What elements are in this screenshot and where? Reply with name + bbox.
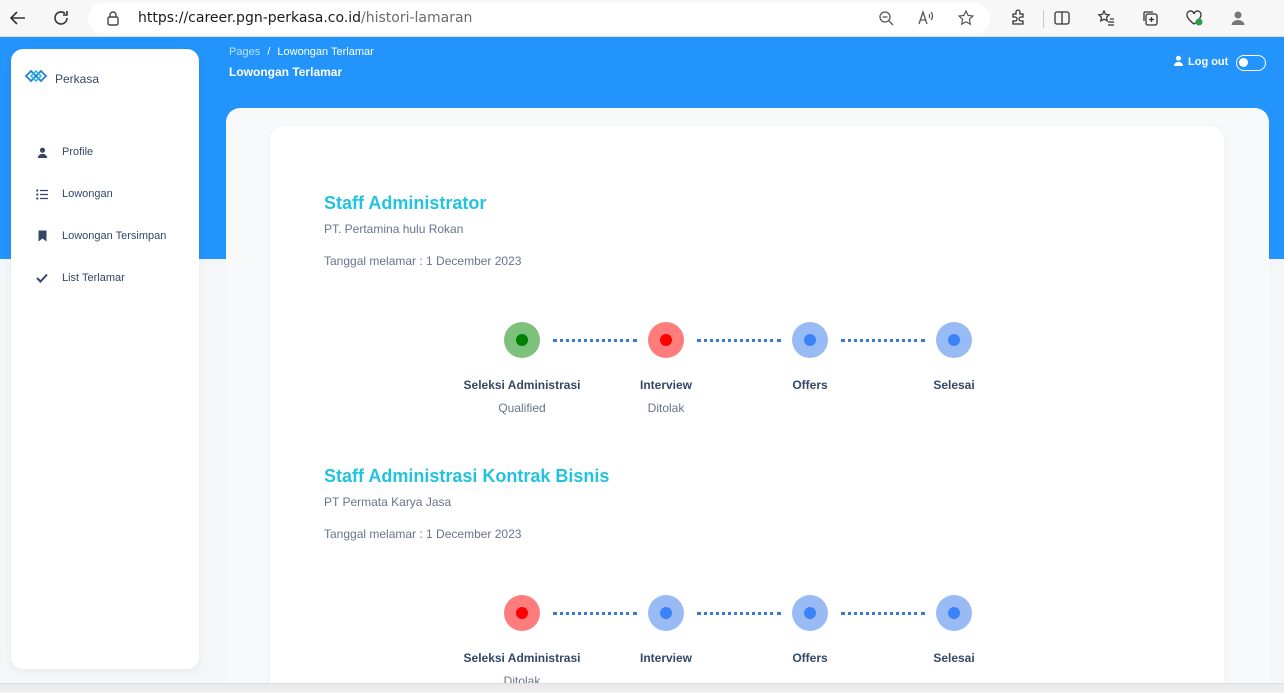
step-label: Selesai: [933, 378, 975, 392]
step-rejected-dot: [648, 322, 684, 358]
apply-date: Tanggal melamar : 1 December 2023: [324, 527, 522, 541]
theme-toggle[interactable]: [1236, 55, 1266, 71]
company-name: PT Permata Karya Jasa: [324, 495, 452, 509]
step-rejected-dot: [504, 595, 540, 631]
status-timeline: Seleksi Administrasi Ditolak Interview O…: [440, 595, 1060, 693]
read-aloud-icon[interactable]: [916, 8, 936, 28]
bookmark-icon: [35, 229, 49, 243]
step-label: Interview: [639, 378, 693, 392]
sidebar-menu: Profile Lowongan Lowongan Tersimpan List…: [35, 131, 166, 299]
step-status: Ditolak: [647, 401, 685, 415]
step-status: Qualified: [498, 401, 546, 415]
step-label: Seleksi Administrasi: [463, 378, 581, 392]
extensions-icon[interactable]: [1008, 8, 1028, 28]
status-timeline: Seleksi Administrasi Qualified Interview…: [440, 322, 1060, 432]
timeline-step: Offers: [728, 322, 892, 392]
step-pending-dot: [936, 322, 972, 358]
lock-icon: [106, 10, 122, 26]
window-bottom-edge: [0, 683, 1284, 693]
check-icon: [35, 271, 49, 285]
sidebar-item-list-terlamar[interactable]: List Terlamar: [35, 257, 166, 299]
timeline-step: Selesai: [872, 595, 1036, 665]
favorites-list-icon[interactable]: [1096, 8, 1116, 28]
step-label: Offers: [792, 378, 828, 392]
company-name: PT. Pertamina hulu Rokan: [324, 222, 464, 236]
sidebar-item-label: List Terlamar: [62, 272, 125, 284]
breadcrumb: Pages / Lowongan Terlamar: [229, 46, 374, 58]
logout-label: Log out: [1188, 56, 1229, 68]
brand-logo[interactable]: Perkasa: [24, 68, 99, 89]
step-pending-dot: [792, 595, 828, 631]
refresh-icon[interactable]: [49, 6, 73, 30]
sidebar-item-lowongan-tersimpan[interactable]: Lowongan Tersimpan: [35, 215, 166, 257]
brand-name: Perkasa: [55, 71, 100, 86]
toolbar-separator: [1043, 10, 1044, 28]
list-icon: [35, 187, 49, 201]
favorite-star-icon[interactable]: [956, 8, 976, 28]
sidebar-item-profile[interactable]: Profile: [35, 131, 166, 173]
profile-icon[interactable]: [1228, 8, 1248, 28]
page-title: Lowongan Terlamar: [229, 65, 343, 79]
sidebar-item-label: Profile: [62, 146, 94, 158]
browser-toolbar: https://career.pgn-perkasa.co.id/histori…: [0, 0, 1284, 37]
perkasa-logo-icon: [24, 68, 48, 89]
job-title[interactable]: Staff Administrasi Kontrak Bisnis: [324, 466, 1024, 487]
logout-button[interactable]: Log out: [1173, 55, 1228, 69]
apply-date: Tanggal melamar : 1 December 2023: [324, 254, 522, 268]
step-pending-dot: [648, 595, 684, 631]
health-icon[interactable]: [1184, 8, 1204, 28]
toggle-knob: [1239, 58, 1248, 67]
application-item: Staff Administrator PT. Pertamina hulu R…: [324, 193, 1024, 268]
step-pending-dot: [936, 595, 972, 631]
step-label: Interview: [639, 651, 693, 665]
breadcrumb-current: Lowongan Terlamar: [277, 46, 374, 58]
step-label: Offers: [792, 651, 828, 665]
sidebar-item-lowongan[interactable]: Lowongan: [35, 173, 166, 215]
job-title[interactable]: Staff Administrator: [324, 193, 1024, 214]
back-arrow-icon[interactable]: [6, 6, 30, 30]
step-label: Selesai: [933, 651, 975, 665]
user-icon: [1173, 55, 1184, 69]
breadcrumb-separator: /: [267, 46, 271, 58]
user-icon: [35, 145, 49, 159]
timeline-step: Seleksi Administrasi Qualified: [440, 322, 604, 415]
timeline-step: Offers: [728, 595, 892, 665]
step-pending-dot: [792, 322, 828, 358]
sidebar-item-label: Lowongan Tersimpan: [62, 230, 167, 242]
timeline-step: Interview Ditolak: [584, 322, 748, 415]
application-item: Staff Administrasi Kontrak Bisnis PT Per…: [324, 466, 1024, 541]
zoom-out-icon[interactable]: [876, 8, 896, 28]
step-qualified-dot: [504, 322, 540, 358]
collections-icon[interactable]: [1140, 8, 1160, 28]
split-screen-icon[interactable]: [1052, 8, 1072, 28]
timeline-step: Selesai: [872, 322, 1036, 392]
sidebar-item-label: Lowongan: [62, 188, 113, 200]
sidebar: Perkasa Profile Lowongan Lowongan Tersim…: [11, 49, 199, 669]
step-label: Seleksi Administrasi: [463, 651, 581, 665]
url-text: https://career.pgn-perkasa.co.id/histori…: [138, 10, 473, 26]
breadcrumb-root[interactable]: Pages: [229, 46, 260, 58]
address-bar[interactable]: https://career.pgn-perkasa.co.id/histori…: [88, 3, 990, 33]
timeline-step: Interview: [584, 595, 748, 665]
timeline-step: Seleksi Administrasi Ditolak: [440, 595, 604, 688]
